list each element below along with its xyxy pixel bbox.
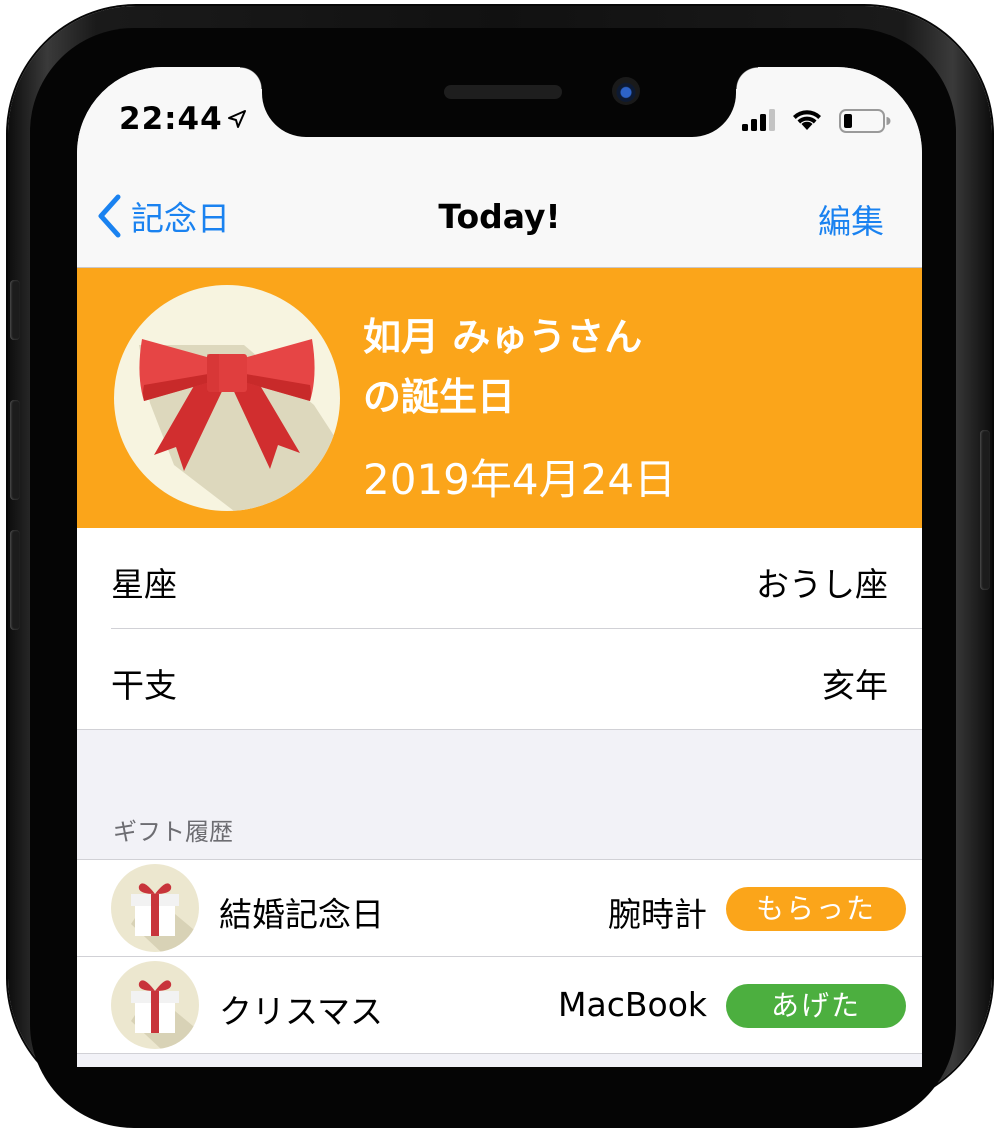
eto-value: 亥年	[822, 666, 888, 705]
gift-box-icon	[111, 864, 199, 952]
zodiac-row: 星座 おうし座	[111, 528, 922, 629]
gift-history-header: ギフト履歴	[113, 818, 233, 846]
gift-status-badge[interactable]: あげた	[726, 984, 906, 1028]
gift-item-name: 腕時計	[608, 895, 707, 934]
phone-screen: 22:44 記念日 Today! 編集 如月 みゅうさん の誕生日 2019年4…	[77, 67, 922, 1067]
edit-button[interactable]: 編集	[818, 195, 884, 243]
gift-item-name: MacBook	[558, 985, 707, 1024]
wifi-icon	[793, 110, 821, 130]
list-item[interactable]: クリスマス MacBook あげた	[77, 957, 922, 1054]
zodiac-label: 星座	[111, 565, 177, 604]
volume-up-button	[10, 400, 20, 500]
notch	[240, 67, 758, 137]
anniversary-date: 2019年4月24日	[363, 455, 677, 504]
gift-status-badge[interactable]: もらった	[726, 887, 906, 931]
page-title: Today!	[438, 197, 561, 236]
zodiac-value: おうし座	[756, 565, 888, 604]
volume-down-button	[10, 530, 20, 630]
mute-switch	[10, 280, 20, 340]
eto-label: 干支	[111, 666, 177, 705]
gift-history-list: 結婚記念日 腕時計 もらった クリスマス MacBook あげた	[77, 859, 922, 1054]
battery-icon	[839, 109, 891, 133]
person-name: 如月 みゅうさん	[363, 315, 643, 359]
gift-box-icon	[111, 961, 199, 1049]
status-time: 22:44	[119, 101, 223, 137]
gift-occasion: クリスマス	[219, 992, 384, 1031]
power-button	[980, 430, 990, 590]
info-table: 星座 おうし座 干支 亥年	[77, 528, 922, 729]
gift-occasion: 結婚記念日	[219, 895, 384, 934]
location-arrow-icon	[228, 110, 246, 128]
ribbon-bow-icon	[114, 285, 340, 511]
list-item[interactable]: 結婚記念日 腕時計 もらった	[77, 860, 922, 957]
anniversary-type: の誕生日	[363, 375, 516, 419]
navigation-bar: 記念日 Today! 編集	[77, 149, 922, 268]
cellular-signal-icon	[742, 109, 775, 131]
front-camera	[612, 77, 640, 105]
eto-row: 干支 亥年	[77, 629, 922, 729]
anniversary-banner: 如月 みゅうさん の誕生日 2019年4月24日	[77, 268, 922, 528]
speaker-grille	[444, 85, 562, 99]
